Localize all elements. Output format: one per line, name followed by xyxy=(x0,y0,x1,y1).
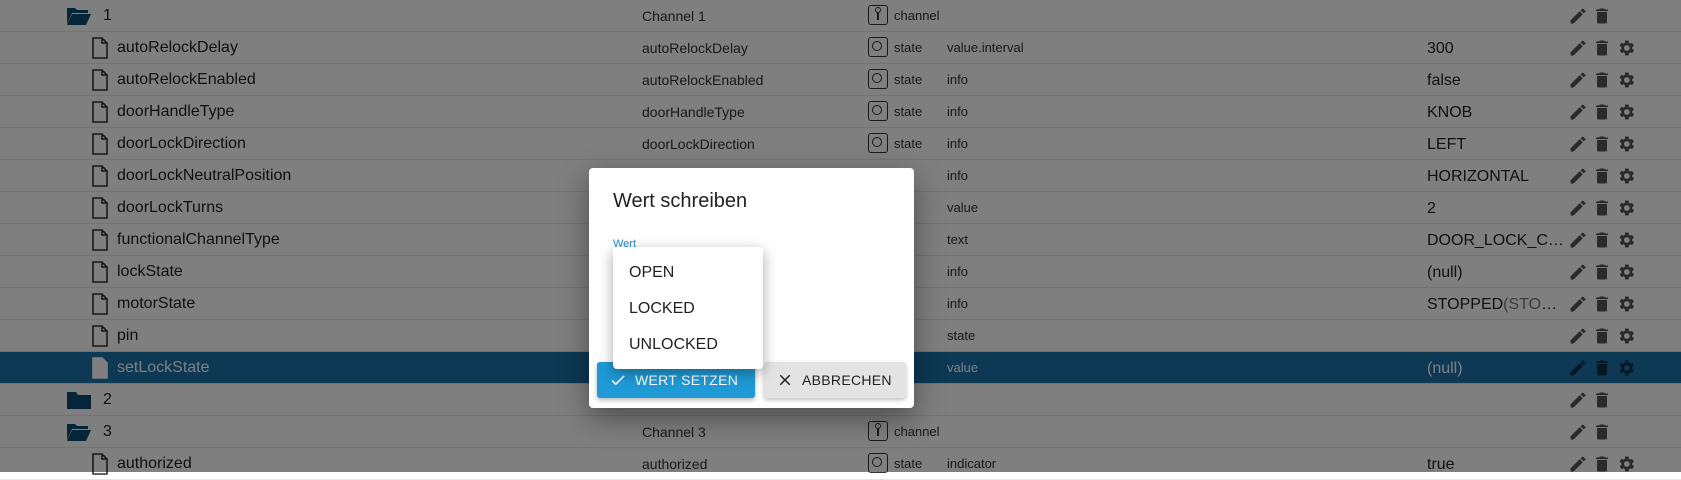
option-locked[interactable]: LOCKED xyxy=(613,291,763,327)
cancel-button[interactable]: ABBRECHEN xyxy=(764,362,906,398)
check-icon xyxy=(609,371,627,389)
option-open[interactable]: OPEN xyxy=(613,255,763,291)
option-unlocked[interactable]: UNLOCKED xyxy=(613,327,763,363)
set-value-label: WERT SETZEN xyxy=(635,372,739,388)
dialog-title: Wert schreiben xyxy=(613,190,748,212)
cancel-label: ABBRECHEN xyxy=(802,372,892,388)
close-icon xyxy=(776,371,794,389)
value-select-menu: OPEN LOCKED UNLOCKED xyxy=(613,247,763,369)
